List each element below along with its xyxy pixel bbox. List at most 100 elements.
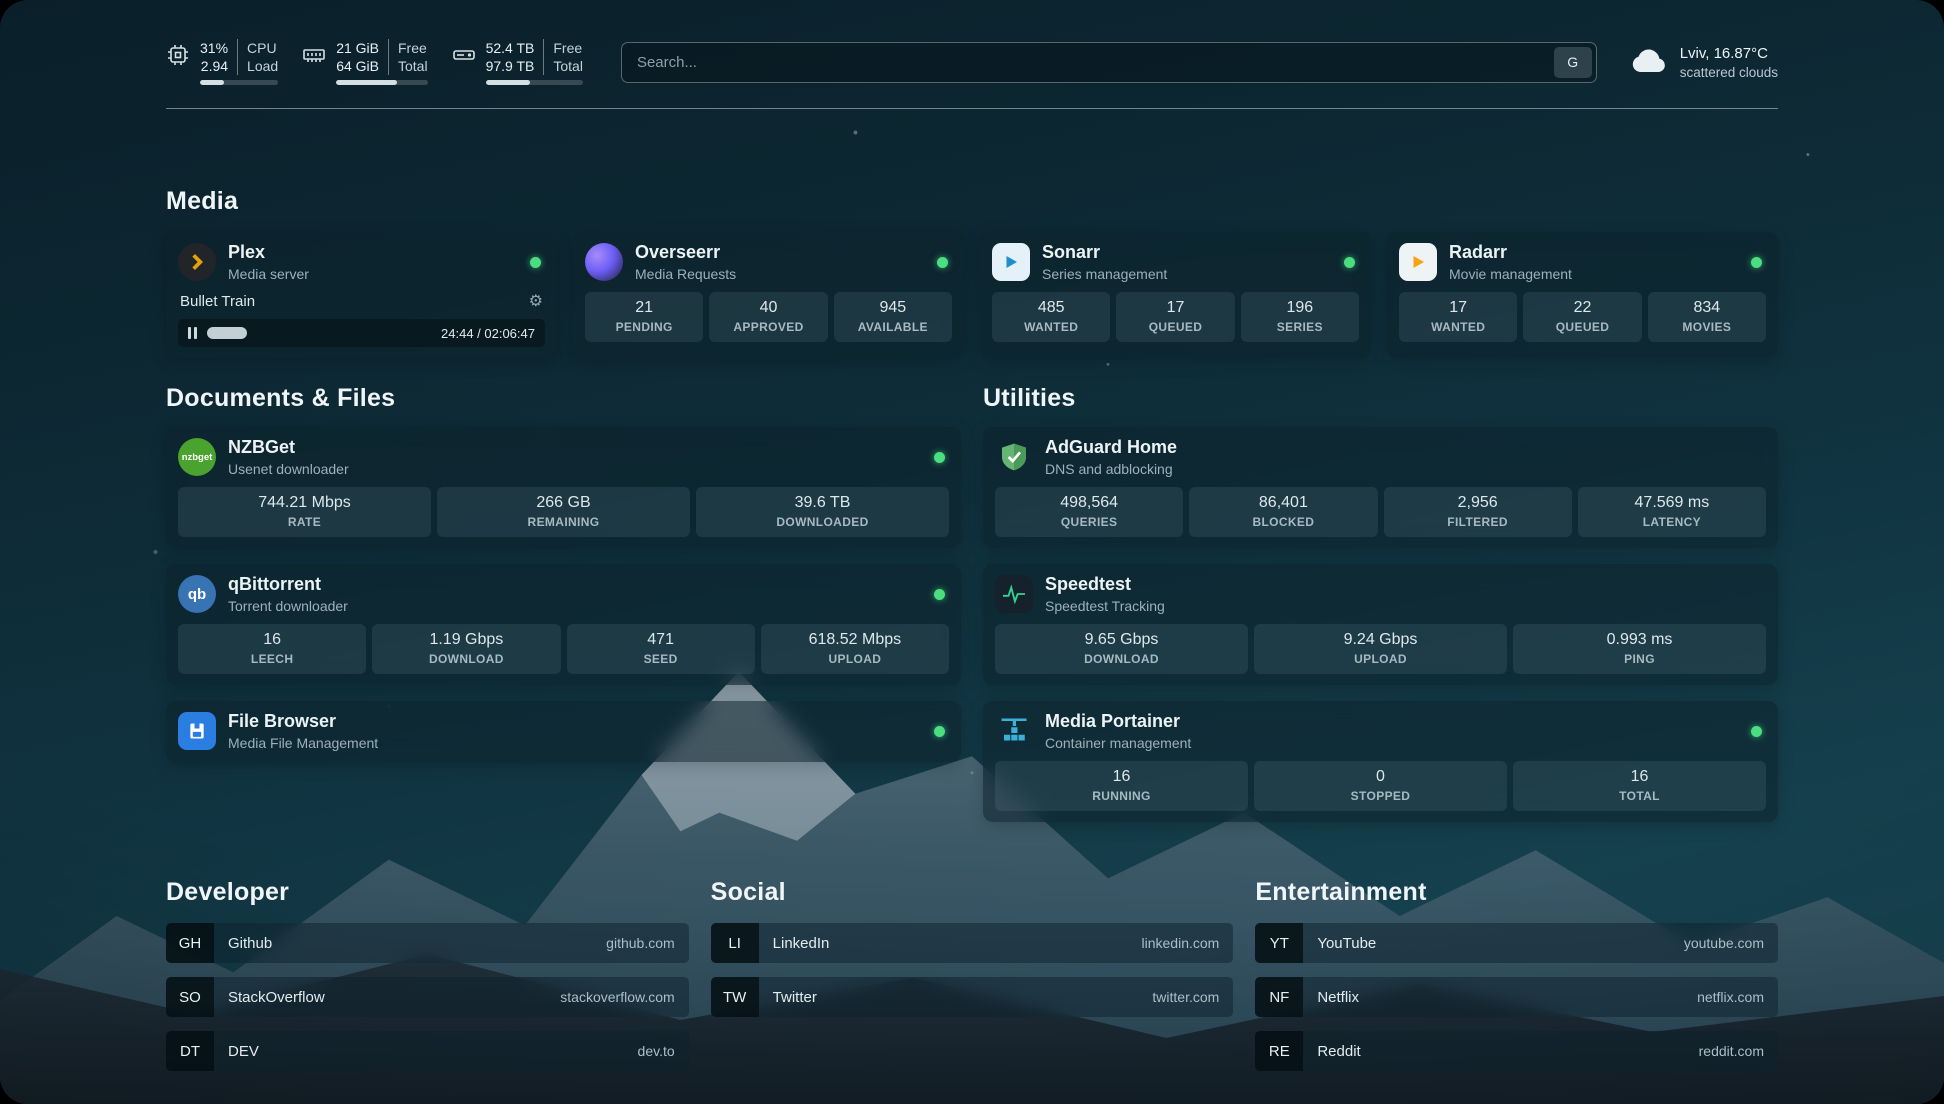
bookmark-url: linkedin.com	[1142, 935, 1220, 951]
memory-total-value: 64 GiB	[336, 57, 388, 75]
bookmark-item[interactable]: SO StackOverflow stackoverflow.com	[166, 977, 689, 1017]
disk-total-value: 97.9 TB	[486, 57, 544, 75]
service-meta: NZBGet Usenet downloader	[228, 437, 349, 477]
service-card-overseerr[interactable]: Overseerr Media Requests 21 PENDING 40 A…	[573, 232, 964, 358]
service-card-nzbget[interactable]: nzbget NZBGet Usenet downloader 744.21 M…	[166, 427, 961, 548]
bookmark-item[interactable]: YT YouTube youtube.com	[1255, 923, 1778, 963]
media-grid: Plex Media server Bullet Train ⚙	[166, 232, 1778, 358]
service-stats: 21 PENDING 40 APPROVED 945 AVAILABLE	[585, 292, 952, 342]
stat-box: 744.21 Mbps RATE	[178, 487, 431, 537]
service-card-qbittorrent[interactable]: qb qBittorrent Torrent downloader 16 LEE…	[166, 564, 961, 685]
cpu-usage-label: CPU	[237, 39, 278, 57]
bookmark-url: youtube.com	[1684, 935, 1764, 951]
speedtest-waveform-icon	[995, 575, 1033, 613]
stat-value: 485	[996, 299, 1106, 317]
bookmark-url: twitter.com	[1152, 989, 1219, 1005]
stat-box: 17 QUEUED	[1116, 292, 1234, 342]
stat-label: PENDING	[589, 320, 699, 334]
media-section-title: Media	[166, 187, 1778, 216]
service-card-filebrowser[interactable]: File Browser Media File Management	[166, 701, 961, 762]
weather-text: Lviv, 16.87°C scattered clouds	[1680, 45, 1778, 80]
bookmark-abbr: DT	[166, 1031, 214, 1071]
stat-label: QUERIES	[999, 515, 1179, 529]
bookmark-name: DEV	[228, 1043, 259, 1060]
service-card-portainer[interactable]: Media Portainer Container management 16 …	[983, 701, 1778, 822]
stat-value: 0.993 ms	[1517, 631, 1762, 649]
stat-value: 16	[182, 631, 362, 649]
service-name: Overseerr	[635, 242, 736, 263]
cpu-values: 31% CPU 2.94 Load	[200, 39, 278, 85]
stat-box: 9.65 Gbps DOWNLOAD	[995, 624, 1248, 674]
stat-value: 22	[1527, 299, 1637, 317]
disk-drive-icon	[452, 39, 476, 72]
stat-label: LEECH	[182, 652, 362, 666]
bookmark-abbr: RE	[1255, 1031, 1303, 1071]
service-card-sonarr[interactable]: Sonarr Series management 485 WANTED 17 Q…	[980, 232, 1371, 358]
stat-label: FILTERED	[1388, 515, 1568, 529]
service-desc: Media server	[228, 266, 309, 282]
seek-fill	[207, 327, 247, 339]
dashboard-page: 31% CPU 2.94 Load 21	[0, 0, 1944, 1104]
status-online-dot	[934, 726, 945, 737]
status-online-dot	[1751, 257, 1762, 268]
bookmark-name: StackOverflow	[228, 989, 325, 1006]
stat-label: WANTED	[1403, 320, 1513, 334]
service-card-adguard[interactable]: AdGuard Home DNS and adblocking 498,564 …	[983, 427, 1778, 548]
bookmark-item[interactable]: DT DEV dev.to	[166, 1031, 689, 1071]
service-card-speedtest[interactable]: Speedtest Speedtest Tracking 9.65 Gbps D…	[983, 564, 1778, 685]
media-settings-gear-icon[interactable]: ⚙	[529, 291, 543, 311]
stat-value: 9.65 Gbps	[999, 631, 1244, 649]
stat-box: 2,956 FILTERED	[1384, 487, 1572, 537]
stat-box: 0 STOPPED	[1254, 761, 1507, 811]
bookmark-item[interactable]: NF Netflix netflix.com	[1255, 977, 1778, 1017]
cpu-load-value: 2.94	[200, 57, 237, 75]
search-provider-button[interactable]: G	[1554, 47, 1592, 78]
disk-free-label: Free	[543, 39, 583, 57]
seek-bar[interactable]	[207, 327, 431, 339]
service-name: Speedtest	[1045, 574, 1165, 595]
disk-progress-bar	[486, 80, 583, 85]
bookmark-url: reddit.com	[1699, 1043, 1764, 1059]
memory-free-value: 21 GiB	[336, 39, 388, 57]
stat-value: 945	[838, 299, 948, 317]
stat-value: 16	[999, 768, 1244, 786]
service-name: Plex	[228, 242, 309, 263]
bookmark-item[interactable]: RE Reddit reddit.com	[1255, 1031, 1778, 1071]
stat-box: 485 WANTED	[992, 292, 1110, 342]
status-online-dot	[934, 589, 945, 600]
stat-value: 40	[713, 299, 823, 317]
bookmark-url: stackoverflow.com	[560, 989, 674, 1005]
stat-box: 945 AVAILABLE	[834, 292, 952, 342]
stat-label: MOVIES	[1652, 320, 1762, 334]
playback-time: 24:44 / 02:06:47	[441, 326, 535, 341]
service-meta: File Browser Media File Management	[228, 711, 378, 751]
stat-value: 618.52 Mbps	[765, 631, 945, 649]
bookmark-url: dev.to	[638, 1043, 675, 1059]
stat-box: 86,401 BLOCKED	[1189, 487, 1377, 537]
bookmark-item[interactable]: TW Twitter twitter.com	[711, 977, 1234, 1017]
service-desc: Movie management	[1449, 266, 1572, 282]
service-desc: Series management	[1042, 266, 1167, 282]
service-stats: 744.21 Mbps RATE 266 GB REMAINING 39.6 T…	[178, 487, 949, 537]
search-input[interactable]	[621, 42, 1597, 83]
service-meta: Radarr Movie management	[1449, 242, 1572, 282]
stat-label: RUNNING	[999, 789, 1244, 803]
bookmark-item[interactable]: LI LinkedIn linkedin.com	[711, 923, 1234, 963]
stat-label: REMAINING	[441, 515, 686, 529]
stat-box: 16 LEECH	[178, 624, 366, 674]
cpu-chip-icon	[166, 39, 190, 72]
service-desc: DNS and adblocking	[1045, 461, 1177, 477]
service-meta: Sonarr Series management	[1042, 242, 1167, 282]
stat-label: SERIES	[1245, 320, 1355, 334]
pause-icon[interactable]	[188, 327, 197, 339]
service-card-plex[interactable]: Plex Media server Bullet Train ⚙	[166, 232, 557, 358]
bookmark-url: netflix.com	[1697, 989, 1764, 1005]
status-online-dot	[934, 452, 945, 463]
service-stats: 485 WANTED 17 QUEUED 196 SERIES	[992, 292, 1359, 342]
service-name: Radarr	[1449, 242, 1572, 263]
service-card-radarr[interactable]: Radarr Movie management 17 WANTED 22 QUE…	[1387, 232, 1778, 358]
bookmark-item[interactable]: GH Github github.com	[166, 923, 689, 963]
plex-now-playing: Bullet Train ⚙	[178, 291, 545, 311]
status-online-dot	[530, 257, 541, 268]
memory-widget: 21 GiB Free 64 GiB Total	[302, 39, 427, 85]
